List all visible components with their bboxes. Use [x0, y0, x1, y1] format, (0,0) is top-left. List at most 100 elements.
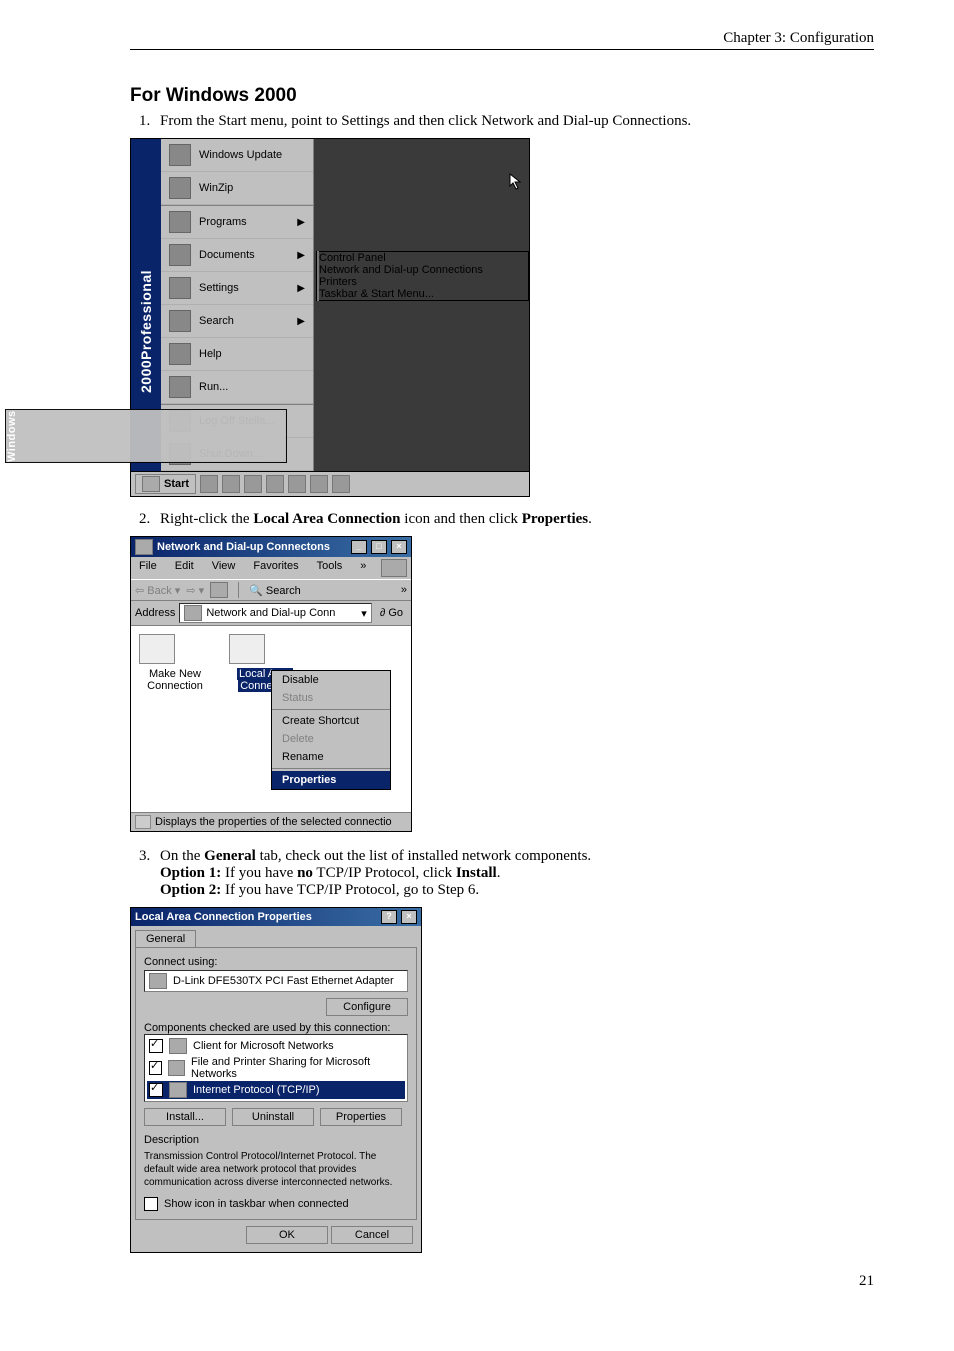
sub-taskbar[interactable]: Taskbar & Start Menu...: [317, 288, 528, 300]
separator: [238, 582, 239, 598]
close-button[interactable]: ×: [401, 910, 417, 924]
description-text: Transmission Control Protocol/Internet P…: [144, 1150, 408, 1189]
install-button[interactable]: Install...: [144, 1108, 226, 1126]
tab-general[interactable]: General: [135, 930, 196, 947]
chapter-header: Chapter 3: Configuration: [130, 30, 874, 50]
toolbar-more[interactable]: »: [401, 584, 407, 596]
component-fileshare[interactable]: File and Printer Sharing for Microsoft N…: [147, 1055, 405, 1081]
tray-icon[interactable]: [266, 475, 284, 493]
client-icon: [169, 1038, 187, 1054]
ctx-create-shortcut[interactable]: Create Shortcut: [272, 712, 390, 730]
checkbox-icon[interactable]: [144, 1197, 158, 1211]
tray-icon[interactable]: [222, 475, 240, 493]
close-button[interactable]: ×: [391, 540, 407, 554]
back-button[interactable]: ⇦ Back ▾: [135, 584, 180, 597]
checkbox-icon[interactable]: [149, 1039, 163, 1053]
uninstall-button[interactable]: Uninstall: [232, 1108, 314, 1126]
menu-favorites[interactable]: Favorites: [249, 559, 302, 577]
sm-help[interactable]: Help: [161, 338, 313, 371]
checkbox-icon[interactable]: [149, 1083, 163, 1097]
toolbar: ⇦ Back ▾ ⇨ ▾ 🔍 Search »: [131, 579, 411, 601]
tray-icon[interactable]: [332, 475, 350, 493]
dialog-title: Local Area Connection Properties: [135, 911, 377, 923]
sm-documents[interactable]: Documents▶: [161, 239, 313, 272]
ctx-delete: Delete: [272, 730, 390, 748]
ctx-disable[interactable]: Disable: [272, 671, 390, 689]
cursor-icon: [509, 173, 523, 191]
search-button[interactable]: 🔍 Search: [249, 584, 301, 597]
menu-file[interactable]: File: [135, 559, 161, 577]
address-label: Address: [135, 607, 175, 619]
start-button[interactable]: Start: [135, 474, 196, 494]
make-new-connection[interactable]: Make New Connection: [139, 634, 211, 804]
sub-network-dialup[interactable]: Network and Dial-up Connections: [317, 264, 528, 276]
search-icon: [169, 310, 191, 332]
help-button[interactable]: ?: [381, 910, 397, 924]
folder-icon: [184, 605, 202, 621]
menu-edit[interactable]: Edit: [171, 559, 198, 577]
window-title: Network and Dial-up Connectons: [157, 541, 347, 553]
taskbar: Start: [130, 472, 530, 497]
component-tcpip[interactable]: Internet Protocol (TCP/IP): [147, 1081, 405, 1099]
sm-windows-update[interactable]: Windows Update: [161, 139, 313, 172]
settings-submenu: Control Panel Network and Dial-up Connec…: [316, 251, 529, 301]
settings-icon: [169, 277, 191, 299]
components-label: Components checked are used by this conn…: [144, 1022, 408, 1034]
address-bar: Address Network and Dial-up Conn▾ ∂ Go: [131, 601, 411, 626]
ok-button[interactable]: OK: [246, 1226, 328, 1244]
submenu-arrow-icon: ▶: [297, 283, 305, 294]
components-list[interactable]: Client for Microsoft Networks File and P…: [144, 1034, 408, 1102]
configure-button[interactable]: Configure: [326, 998, 408, 1016]
section-title: For Windows 2000: [130, 85, 874, 107]
menu-view[interactable]: View: [208, 559, 240, 577]
menu-more[interactable]: »: [356, 559, 370, 577]
ctx-properties[interactable]: Properties: [272, 771, 390, 789]
sub-control-panel[interactable]: Control Panel: [317, 252, 528, 264]
windows-flag-icon: [142, 476, 160, 492]
sub-printers[interactable]: Printers: [317, 276, 528, 288]
tab-panel: Connect using: D-Link DFE530TX PCI Fast …: [135, 947, 417, 1220]
winzip-icon: [169, 177, 191, 199]
tab-row: General: [131, 926, 421, 947]
adapter-field: D-Link DFE530TX PCI Fast Ethernet Adapte…: [144, 970, 408, 992]
page-number: 21: [130, 1273, 874, 1290]
maximize-button[interactable]: □: [371, 540, 387, 554]
help-icon: [169, 343, 191, 365]
tray-icon[interactable]: [200, 475, 218, 493]
go-button[interactable]: ∂ Go: [376, 607, 407, 619]
sm-programs[interactable]: Programs▶: [161, 205, 313, 239]
forward-button[interactable]: ⇨ ▾: [186, 584, 204, 597]
step-1-text: From the Start menu, point to Settings a…: [160, 113, 691, 129]
ctx-rename[interactable]: Rename: [272, 748, 390, 766]
submenu-arrow-icon: ▶: [297, 217, 305, 228]
start-menu-right-column: Control Panel Network and Dial-up Connec…: [314, 139, 529, 471]
sm-search[interactable]: Search▶: [161, 305, 313, 338]
lan-properties-dialog: Local Area Connection Properties ? × Gen…: [130, 907, 422, 1253]
separator: [272, 768, 390, 769]
ctx-status: Status: [272, 689, 390, 707]
menu-tools[interactable]: Tools: [313, 559, 347, 577]
adapter-icon: [149, 973, 167, 989]
connect-using-label: Connect using:: [144, 956, 408, 968]
window-titlebar: Network and Dial-up Connectons _ □ ×: [131, 537, 411, 557]
sm-run[interactable]: Run...: [161, 371, 313, 404]
tray-icon[interactable]: [288, 475, 306, 493]
address-field[interactable]: Network and Dial-up Conn▾: [179, 603, 371, 623]
statusbar-text: Displays the properties of the selected …: [155, 816, 392, 828]
up-icon[interactable]: [210, 582, 228, 598]
sm-winzip[interactable]: WinZip: [161, 172, 313, 205]
window-icon: [135, 539, 153, 555]
show-icon-row[interactable]: Show icon in taskbar when connected: [144, 1197, 408, 1211]
sm-settings[interactable]: Settings▶: [161, 272, 313, 305]
component-client[interactable]: Client for Microsoft Networks: [147, 1037, 405, 1055]
dropdown-arrow-icon[interactable]: ▾: [361, 607, 367, 620]
cancel-button[interactable]: Cancel: [331, 1226, 413, 1244]
step-2: Right-click the Local Area Connection ic…: [154, 511, 874, 528]
properties-button[interactable]: Properties: [320, 1108, 402, 1126]
programs-icon: [169, 211, 191, 233]
checkbox-icon[interactable]: [149, 1061, 162, 1075]
tray-icon[interactable]: [244, 475, 262, 493]
run-icon: [169, 376, 191, 398]
minimize-button[interactable]: _: [351, 540, 367, 554]
tray-icon[interactable]: [310, 475, 328, 493]
